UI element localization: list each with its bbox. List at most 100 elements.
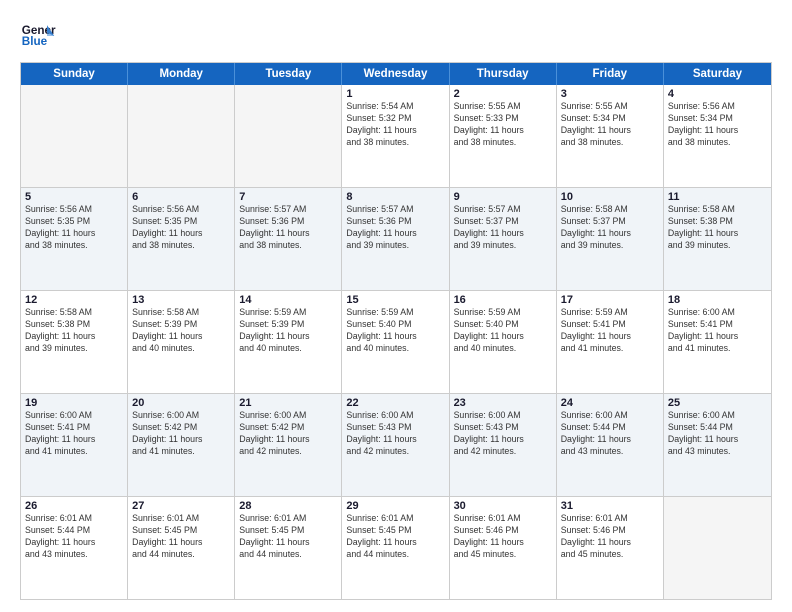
day-cell-29: 29Sunrise: 6:01 AM Sunset: 5:45 PM Dayli… — [342, 497, 449, 599]
day-info: Sunrise: 6:00 AM Sunset: 5:44 PM Dayligh… — [561, 410, 659, 458]
day-number: 8 — [346, 191, 444, 203]
day-cell-18: 18Sunrise: 6:00 AM Sunset: 5:41 PM Dayli… — [664, 291, 771, 393]
calendar-row-2: 12Sunrise: 5:58 AM Sunset: 5:38 PM Dayli… — [21, 290, 771, 393]
day-number: 23 — [454, 397, 552, 409]
day-info: Sunrise: 6:01 AM Sunset: 5:45 PM Dayligh… — [132, 513, 230, 561]
header-day-wednesday: Wednesday — [342, 63, 449, 85]
day-cell-26: 26Sunrise: 6:01 AM Sunset: 5:44 PM Dayli… — [21, 497, 128, 599]
day-cell-25: 25Sunrise: 6:00 AM Sunset: 5:44 PM Dayli… — [664, 394, 771, 496]
day-info: Sunrise: 5:59 AM Sunset: 5:41 PM Dayligh… — [561, 307, 659, 355]
day-number: 26 — [25, 500, 123, 512]
day-info: Sunrise: 5:57 AM Sunset: 5:37 PM Dayligh… — [454, 204, 552, 252]
day-number: 18 — [668, 294, 767, 306]
day-info: Sunrise: 6:00 AM Sunset: 5:44 PM Dayligh… — [668, 410, 767, 458]
day-info: Sunrise: 5:58 AM Sunset: 5:38 PM Dayligh… — [668, 204, 767, 252]
day-cell-22: 22Sunrise: 6:00 AM Sunset: 5:43 PM Dayli… — [342, 394, 449, 496]
day-cell-2: 2Sunrise: 5:55 AM Sunset: 5:33 PM Daylig… — [450, 85, 557, 187]
day-number: 10 — [561, 191, 659, 203]
header-day-thursday: Thursday — [450, 63, 557, 85]
day-cell-28: 28Sunrise: 6:01 AM Sunset: 5:45 PM Dayli… — [235, 497, 342, 599]
day-cell-24: 24Sunrise: 6:00 AM Sunset: 5:44 PM Dayli… — [557, 394, 664, 496]
day-info: Sunrise: 5:55 AM Sunset: 5:34 PM Dayligh… — [561, 101, 659, 149]
calendar-row-4: 26Sunrise: 6:01 AM Sunset: 5:44 PM Dayli… — [21, 496, 771, 599]
day-info: Sunrise: 6:01 AM Sunset: 5:46 PM Dayligh… — [561, 513, 659, 561]
day-number: 28 — [239, 500, 337, 512]
day-info: Sunrise: 5:59 AM Sunset: 5:40 PM Dayligh… — [346, 307, 444, 355]
day-cell-14: 14Sunrise: 5:59 AM Sunset: 5:39 PM Dayli… — [235, 291, 342, 393]
calendar-body: 1Sunrise: 5:54 AM Sunset: 5:32 PM Daylig… — [21, 85, 771, 599]
day-info: Sunrise: 5:58 AM Sunset: 5:39 PM Dayligh… — [132, 307, 230, 355]
day-number: 11 — [668, 191, 767, 203]
header-day-saturday: Saturday — [664, 63, 771, 85]
calendar-row-0: 1Sunrise: 5:54 AM Sunset: 5:32 PM Daylig… — [21, 85, 771, 187]
day-cell-16: 16Sunrise: 5:59 AM Sunset: 5:40 PM Dayli… — [450, 291, 557, 393]
empty-cell — [21, 85, 128, 187]
calendar-header: SundayMondayTuesdayWednesdayThursdayFrid… — [21, 63, 771, 85]
day-info: Sunrise: 6:00 AM Sunset: 5:43 PM Dayligh… — [346, 410, 444, 458]
day-cell-19: 19Sunrise: 6:00 AM Sunset: 5:41 PM Dayli… — [21, 394, 128, 496]
day-cell-17: 17Sunrise: 5:59 AM Sunset: 5:41 PM Dayli… — [557, 291, 664, 393]
day-info: Sunrise: 6:00 AM Sunset: 5:43 PM Dayligh… — [454, 410, 552, 458]
header-day-sunday: Sunday — [21, 63, 128, 85]
logo: General Blue — [20, 18, 60, 54]
header: General Blue — [20, 18, 772, 54]
logo-icon: General Blue — [20, 18, 56, 54]
day-cell-7: 7Sunrise: 5:57 AM Sunset: 5:36 PM Daylig… — [235, 188, 342, 290]
header-day-friday: Friday — [557, 63, 664, 85]
day-number: 20 — [132, 397, 230, 409]
day-info: Sunrise: 5:54 AM Sunset: 5:32 PM Dayligh… — [346, 101, 444, 149]
day-number: 2 — [454, 88, 552, 100]
day-info: Sunrise: 6:00 AM Sunset: 5:41 PM Dayligh… — [668, 307, 767, 355]
day-info: Sunrise: 6:00 AM Sunset: 5:41 PM Dayligh… — [25, 410, 123, 458]
header-day-monday: Monday — [128, 63, 235, 85]
day-number: 9 — [454, 191, 552, 203]
day-number: 4 — [668, 88, 767, 100]
day-cell-5: 5Sunrise: 5:56 AM Sunset: 5:35 PM Daylig… — [21, 188, 128, 290]
day-number: 29 — [346, 500, 444, 512]
day-info: Sunrise: 5:56 AM Sunset: 5:35 PM Dayligh… — [25, 204, 123, 252]
day-number: 25 — [668, 397, 767, 409]
day-number: 17 — [561, 294, 659, 306]
day-cell-3: 3Sunrise: 5:55 AM Sunset: 5:34 PM Daylig… — [557, 85, 664, 187]
day-number: 19 — [25, 397, 123, 409]
day-info: Sunrise: 5:56 AM Sunset: 5:34 PM Dayligh… — [668, 101, 767, 149]
day-cell-1: 1Sunrise: 5:54 AM Sunset: 5:32 PM Daylig… — [342, 85, 449, 187]
day-number: 31 — [561, 500, 659, 512]
day-cell-8: 8Sunrise: 5:57 AM Sunset: 5:36 PM Daylig… — [342, 188, 449, 290]
page: General Blue SundayMondayTuesdayWednesda… — [0, 0, 792, 612]
day-cell-30: 30Sunrise: 6:01 AM Sunset: 5:46 PM Dayli… — [450, 497, 557, 599]
empty-cell — [664, 497, 771, 599]
day-number: 7 — [239, 191, 337, 203]
day-info: Sunrise: 5:59 AM Sunset: 5:39 PM Dayligh… — [239, 307, 337, 355]
day-cell-23: 23Sunrise: 6:00 AM Sunset: 5:43 PM Dayli… — [450, 394, 557, 496]
empty-cell — [128, 85, 235, 187]
day-number: 3 — [561, 88, 659, 100]
day-number: 13 — [132, 294, 230, 306]
day-cell-4: 4Sunrise: 5:56 AM Sunset: 5:34 PM Daylig… — [664, 85, 771, 187]
day-cell-21: 21Sunrise: 6:00 AM Sunset: 5:42 PM Dayli… — [235, 394, 342, 496]
day-cell-12: 12Sunrise: 5:58 AM Sunset: 5:38 PM Dayli… — [21, 291, 128, 393]
day-cell-9: 9Sunrise: 5:57 AM Sunset: 5:37 PM Daylig… — [450, 188, 557, 290]
empty-cell — [235, 85, 342, 187]
day-cell-15: 15Sunrise: 5:59 AM Sunset: 5:40 PM Dayli… — [342, 291, 449, 393]
day-number: 30 — [454, 500, 552, 512]
day-number: 22 — [346, 397, 444, 409]
day-info: Sunrise: 5:57 AM Sunset: 5:36 PM Dayligh… — [346, 204, 444, 252]
day-number: 15 — [346, 294, 444, 306]
day-info: Sunrise: 5:58 AM Sunset: 5:37 PM Dayligh… — [561, 204, 659, 252]
day-info: Sunrise: 5:58 AM Sunset: 5:38 PM Dayligh… — [25, 307, 123, 355]
svg-text:Blue: Blue — [22, 35, 48, 48]
day-number: 14 — [239, 294, 337, 306]
header-day-tuesday: Tuesday — [235, 63, 342, 85]
day-number: 21 — [239, 397, 337, 409]
day-info: Sunrise: 5:59 AM Sunset: 5:40 PM Dayligh… — [454, 307, 552, 355]
day-info: Sunrise: 6:01 AM Sunset: 5:45 PM Dayligh… — [239, 513, 337, 561]
day-info: Sunrise: 6:01 AM Sunset: 5:44 PM Dayligh… — [25, 513, 123, 561]
day-cell-6: 6Sunrise: 5:56 AM Sunset: 5:35 PM Daylig… — [128, 188, 235, 290]
day-number: 16 — [454, 294, 552, 306]
day-cell-11: 11Sunrise: 5:58 AM Sunset: 5:38 PM Dayli… — [664, 188, 771, 290]
day-info: Sunrise: 5:57 AM Sunset: 5:36 PM Dayligh… — [239, 204, 337, 252]
day-info: Sunrise: 5:55 AM Sunset: 5:33 PM Dayligh… — [454, 101, 552, 149]
day-cell-13: 13Sunrise: 5:58 AM Sunset: 5:39 PM Dayli… — [128, 291, 235, 393]
calendar: SundayMondayTuesdayWednesdayThursdayFrid… — [20, 62, 772, 600]
